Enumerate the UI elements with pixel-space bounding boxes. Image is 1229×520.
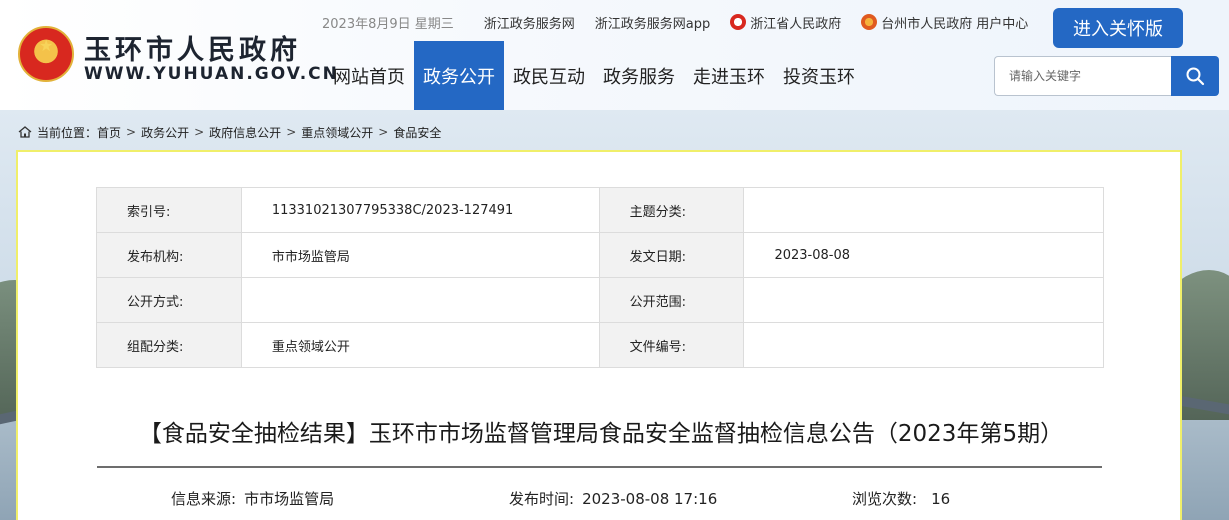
search-box (994, 56, 1219, 96)
meta-value (743, 322, 1104, 368)
top-link-zjzwfw[interactable]: 浙江政务服务网 (484, 13, 575, 32)
meta-value: 11331021307795338C/2023-127491 (240, 187, 600, 233)
nav-item-gov-services[interactable]: 政务服务 (594, 41, 684, 110)
nav-item-gov-affairs-open[interactable]: 政务公开 (414, 41, 504, 110)
taizhou-gov-logo-icon (861, 14, 878, 30)
article-title: 【食品安全抽检结果】玉环市市场监督管理局食品安全监督抽检信息公告（2023年第5… (138, 421, 1064, 447)
breadcrumb-separator: > (378, 125, 389, 139)
top-link-zhejiang-gov-label: 浙江省人民政府 (750, 16, 842, 32)
meta-value (240, 277, 600, 323)
meta-key: 公开范围: (598, 277, 745, 323)
nav-item-interaction[interactable]: 政民互动 (504, 41, 594, 110)
search-icon (1186, 67, 1205, 86)
meta-value: 重点领域公开 (240, 322, 600, 368)
meta-value: 市市场监管局 (240, 232, 600, 278)
site-header: ★ 玉环市人民政府 WWW.YUHUAN.GOV.CN 2023年8月9日 星期… (0, 0, 1229, 110)
meta-key: 公开方式: (96, 277, 242, 323)
care-mode-button[interactable]: 进入关怀版 (1053, 8, 1183, 48)
nav-item-about-yuhuan[interactable]: 走进玉环 (684, 41, 774, 110)
title-divider (97, 466, 1102, 468)
meta-key: 文件编号: (598, 322, 745, 368)
breadcrumb-item-home[interactable]: 首页 (97, 124, 121, 141)
document-meta-table: 索引号: 11331021307795338C/2023-127491 主题分类… (96, 187, 1104, 368)
current-date: 2023年8月9日 星期三 (322, 16, 454, 32)
info-views-label: 浏览次数: (852, 490, 918, 508)
top-link-taizhou-gov-label: 台州市人民政府 (881, 16, 973, 32)
meta-key: 发布机构: (96, 232, 242, 278)
top-link-zhejiang-gov[interactable]: 浙江省人民政府 (730, 13, 841, 32)
table-row: 组配分类: 重点领域公开 文件编号: (96, 322, 1104, 368)
home-icon (18, 126, 32, 138)
top-link-taizhou-gov[interactable]: 台州市人民政府 (861, 13, 972, 32)
breadcrumb-separator: > (126, 125, 137, 139)
search-button[interactable] (1171, 56, 1219, 96)
table-row: 索引号: 11331021307795338C/2023-127491 主题分类… (96, 187, 1104, 233)
info-source-value: 市市场监管局 (244, 490, 335, 508)
breadcrumb-item-food-safety[interactable]: 食品安全 (393, 124, 441, 141)
nav-item-home[interactable]: 网站首页 (324, 41, 414, 110)
breadcrumb-item-key-areas[interactable]: 重点领域公开 (301, 124, 373, 141)
national-emblem-icon[interactable]: ★ (18, 26, 74, 82)
site-domain: WWW.YUHUAN.GOV.CN (84, 64, 339, 84)
table-row: 发布机构: 市市场监管局 发文日期: 2023-08-08 (96, 232, 1104, 278)
meta-value: 2023-08-08 (743, 232, 1104, 278)
breadcrumb-separator: > (286, 125, 297, 139)
meta-key: 主题分类: (598, 187, 745, 233)
nav-item-investment[interactable]: 投资玉环 (774, 41, 864, 110)
breadcrumb-item-gov-info-open[interactable]: 政府信息公开 (209, 124, 281, 141)
meta-value (743, 277, 1104, 323)
breadcrumb: 当前位置： 首页 > 政务公开 > 政府信息公开 > 重点领域公开 > 食品安全 (18, 123, 441, 141)
main-nav: 网站首页 政务公开 政民互动 政务服务 走进玉环 投资玉环 (324, 41, 864, 110)
info-view-count: 浏览次数: 16 (852, 488, 950, 509)
breadcrumb-item-gov-affairs-open[interactable]: 政务公开 (141, 124, 189, 141)
meta-key: 发文日期: (598, 232, 745, 278)
table-row: 公开方式: 公开范围: (96, 277, 1104, 323)
meta-key: 组配分类: (96, 322, 242, 368)
info-source-label: 信息来源: (171, 490, 237, 508)
meta-value (743, 187, 1104, 233)
info-publish-time: 发布时间: 2023-08-08 17:16 (509, 488, 717, 509)
info-source: 信息来源: 市市场监管局 (171, 488, 334, 509)
breadcrumb-label: 当前位置： (37, 125, 98, 140)
content-panel: 索引号: 11331021307795338C/2023-127491 主题分类… (16, 150, 1182, 520)
top-link-zjzwfw-app[interactable]: 浙江政务服务网app (595, 13, 710, 32)
top-link-user-center[interactable]: 用户中心 (976, 13, 1028, 32)
info-views-value: 16 (931, 490, 951, 508)
meta-key: 索引号: (96, 187, 242, 233)
info-time-value: 2023-08-08 17:16 (582, 490, 718, 508)
breadcrumb-separator: > (194, 125, 205, 139)
search-input[interactable] (994, 56, 1171, 96)
zhejiang-gov-logo-icon (730, 14, 747, 30)
site-name[interactable]: 玉环市人民政府 (84, 28, 301, 67)
top-links: 2023年8月9日 星期三 浙江政务服务网 浙江政务服务网app 浙江省人民政府… (322, 12, 1028, 32)
info-time-label: 发布时间: (509, 490, 575, 508)
